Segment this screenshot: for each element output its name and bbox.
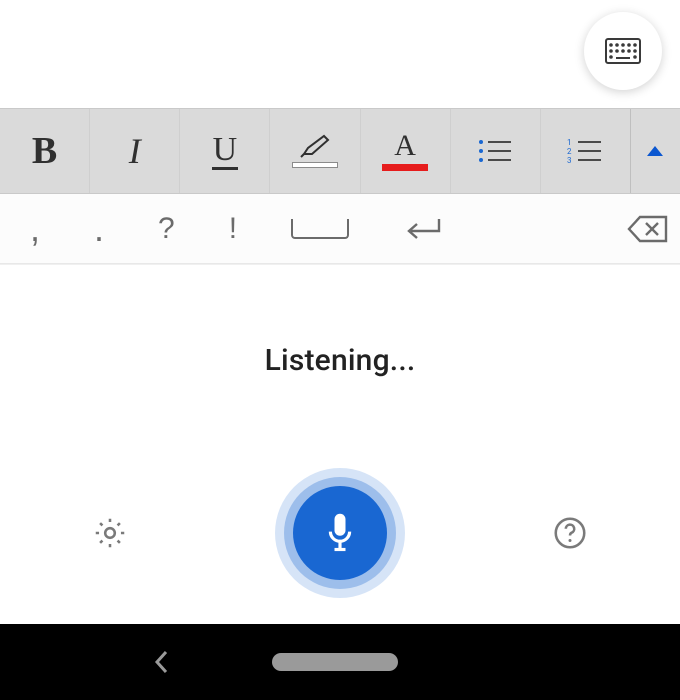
svg-text:1: 1: [567, 138, 572, 147]
collapse-toolbar-button[interactable]: [630, 109, 680, 193]
backspace-icon: [626, 214, 670, 244]
numbered-list-button[interactable]: 1 2 3: [540, 109, 630, 193]
microphone-icon: [323, 511, 357, 555]
svg-text:2: 2: [567, 147, 572, 156]
formatting-toolbar: B I U A: [0, 108, 680, 194]
backspace-button[interactable]: [626, 214, 670, 244]
enter-button[interactable]: [403, 215, 443, 243]
mic-core: [293, 486, 387, 580]
gear-icon: [92, 515, 128, 551]
numbered-list-icon: 1 2 3: [567, 137, 603, 165]
voice-status-label: Listening...: [265, 343, 416, 378]
underline-button[interactable]: U: [179, 109, 269, 193]
help-icon: [552, 515, 588, 551]
help-button[interactable]: [552, 515, 588, 551]
keyboard-icon: [605, 38, 641, 64]
highlight-icon: [292, 134, 338, 168]
keyboard-toggle-button[interactable]: [584, 12, 662, 90]
font-color-icon: A: [382, 131, 428, 171]
bullet-list-button[interactable]: [450, 109, 540, 193]
system-nav-bar: [0, 624, 680, 700]
exclamation-button[interactable]: !: [229, 212, 237, 246]
punctuation-toolbar: , . ? !: [0, 194, 680, 264]
back-icon: [152, 648, 172, 676]
highlight-button[interactable]: [269, 109, 359, 193]
svg-text:3: 3: [567, 156, 572, 165]
nav-back-button[interactable]: [152, 648, 172, 676]
question-mark-button[interactable]: ?: [158, 212, 175, 246]
bold-button[interactable]: B: [0, 109, 89, 193]
microphone-button[interactable]: [275, 468, 405, 598]
settings-button[interactable]: [92, 515, 128, 551]
bold-icon: B: [32, 129, 57, 173]
bullet-list-icon: [477, 137, 513, 165]
period-button[interactable]: .: [94, 208, 104, 250]
font-color-button[interactable]: A: [360, 109, 450, 193]
caret-up-icon: [647, 146, 663, 156]
italic-icon: I: [129, 130, 141, 172]
document-area: [0, 0, 680, 108]
nav-home-pill[interactable]: [272, 653, 398, 671]
font-color-swatch: [382, 164, 428, 171]
enter-icon: [403, 215, 443, 243]
voice-input-panel: Listening...: [0, 264, 680, 624]
italic-button[interactable]: I: [89, 109, 179, 193]
highlight-color-swatch: [292, 162, 338, 168]
underline-icon: U: [212, 133, 239, 170]
comma-button[interactable]: ,: [30, 208, 40, 250]
spacebar-button[interactable]: [291, 219, 349, 239]
